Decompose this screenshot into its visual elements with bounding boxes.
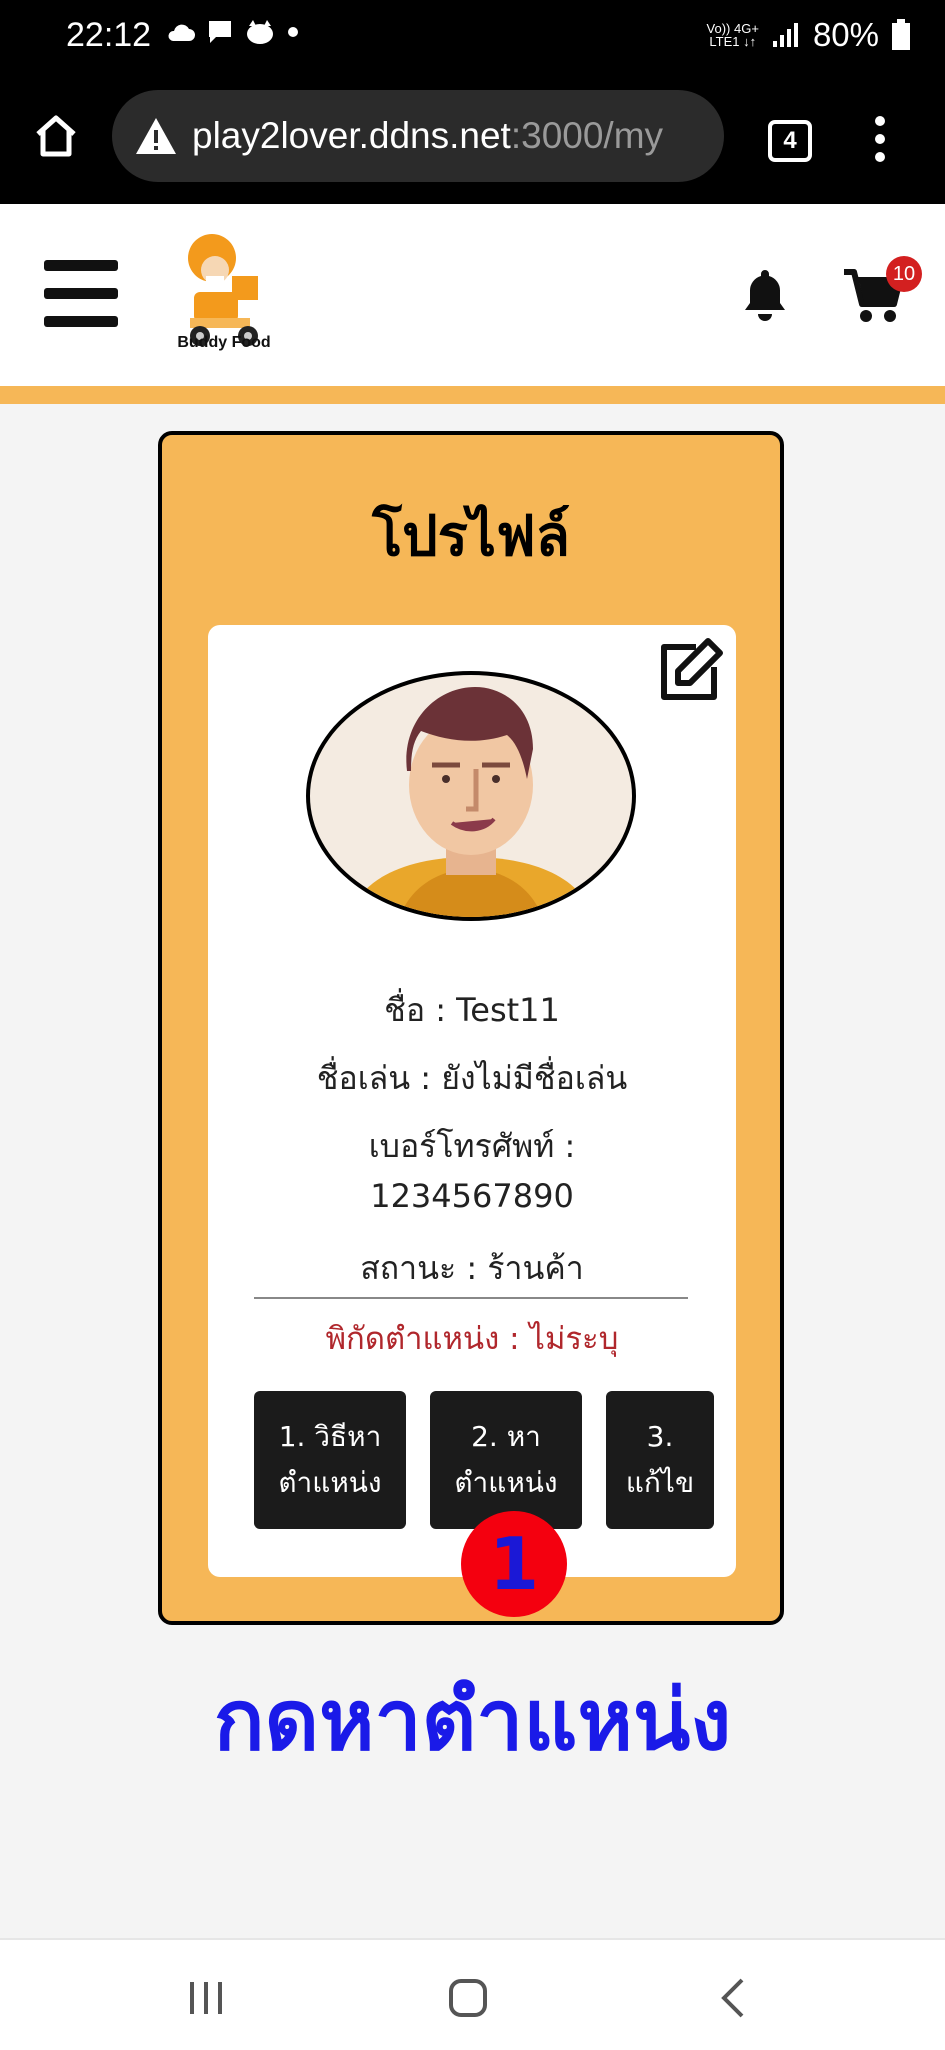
battery-icon [892, 19, 910, 50]
instruction-caption: กดหาตำแหน่ง [213, 1671, 732, 1769]
browser-toolbar: play2lover.ddns.net:3000/my 4 [0, 80, 945, 204]
cloud-icon [168, 24, 195, 41]
bell-icon[interactable] [740, 266, 790, 322]
hamburger-icon[interactable] [44, 260, 118, 328]
profile-details-panel: ชื่อ : Test11 ชื่อเล่น : ยังไม่มีชื่อเล่… [208, 625, 736, 1577]
signal-icon [772, 23, 798, 47]
back-icon[interactable] [718, 1976, 748, 2020]
button-label-line1: 1. วิธีหา [278, 1420, 382, 1453]
url-path: :3000/my [510, 115, 664, 156]
url-host: play2lover.ddns.net [192, 115, 511, 156]
profile-name: ชื่อ : Test11 [384, 991, 560, 1029]
edit-profile-button[interactable]: 3. แก้ไข [606, 1391, 714, 1529]
url-text[interactable]: play2lover.ddns.net:3000/my [192, 115, 663, 157]
status-notification-icons [166, 18, 300, 46]
battery-percent: 80% [812, 16, 879, 53]
header-border [0, 386, 945, 404]
logo-text: Buddy Food [177, 334, 271, 351]
profile-status: สถานะ : ร้านค้า [360, 1249, 584, 1287]
nav-home-icon[interactable] [448, 1978, 488, 2018]
recents-icon[interactable] [186, 1980, 226, 2016]
button-label-line1: 2. หา [471, 1420, 541, 1453]
profile-nickname: ชื่อเล่น : ยังไม่มีชื่อเล่น [316, 1059, 628, 1097]
how-to-find-location-button[interactable]: 1. วิธีหาตำแหน่ง [254, 1391, 406, 1529]
step-number-badge: 1 [461, 1511, 567, 1617]
app-header: Buddy Food 10 [0, 204, 945, 386]
find-location-button[interactable]: 2. หาตำแหน่ง [430, 1391, 582, 1529]
button-label-line2: แก้ไข [625, 1466, 695, 1499]
home-icon[interactable] [32, 112, 80, 160]
divider [254, 1297, 688, 1299]
profile-phone-label: เบอร์โทรศัพท์ : [368, 1127, 576, 1165]
page-title: โปรไฟล์ [372, 504, 570, 569]
button-label-line2: ตำแหน่ง [454, 1466, 558, 1499]
avatar [306, 671, 636, 921]
system-nav-bar [0, 1938, 945, 2050]
chat-icon [209, 21, 231, 43]
status-bar: 22:12 Vo)) 4G+ LTE1 ↓↑ 80% [0, 0, 945, 80]
profile-card: โปรไฟล์ ชื่อ : Test11 ชื่อเล่น : ยังไม่ม… [158, 431, 784, 1625]
tabs-count-button[interactable]: 4 [768, 120, 812, 162]
profile-phone-value: 1234567890 [370, 1177, 574, 1215]
cart-badge: 10 [886, 256, 922, 292]
app-icon [247, 20, 273, 44]
more-vert-icon[interactable] [870, 116, 890, 166]
network-bottom-label: LTE1 ↓↑ [709, 34, 757, 49]
warning-icon[interactable] [134, 116, 178, 156]
network-indicator: Vo)) 4G+ LTE1 ↓↑ [707, 22, 759, 48]
profile-coords: พิกัดตำแหน่ง : ไม่ระบุ [325, 1321, 619, 1357]
button-label-line1: 3. [646, 1420, 674, 1453]
dot-icon [288, 27, 298, 37]
button-label-line2: ตำแหน่ง [278, 1466, 382, 1499]
edit-icon[interactable] [656, 637, 726, 703]
status-time: 22:12 [66, 16, 152, 54]
url-bar[interactable]: play2lover.ddns.net:3000/my [112, 90, 724, 182]
status-right: Vo)) 4G+ LTE1 ↓↑ 80% [707, 16, 911, 54]
